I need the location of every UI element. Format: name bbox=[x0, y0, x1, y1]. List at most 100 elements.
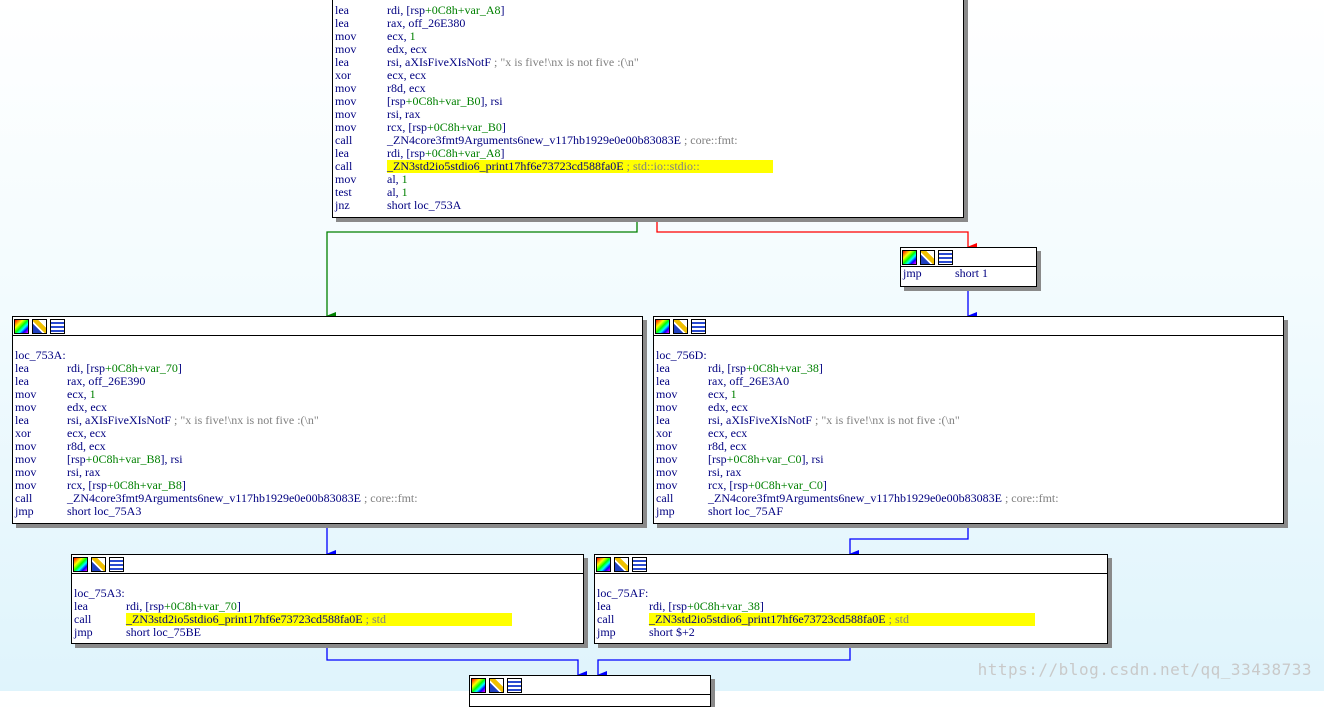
asm-operands: rax, off_26E3A0 bbox=[708, 374, 790, 388]
operands-wrap: rsi, rax bbox=[67, 465, 100, 479]
graph-overview-icon[interactable] bbox=[14, 318, 29, 334]
node-body: lea rdi, [rsp+0C8h+var_A8] lea rax, off_26E… bbox=[333, 0, 963, 212]
asm-operands: short loc_753A bbox=[387, 198, 462, 212]
asm-line[interactable]: jmp short loc_75AF bbox=[656, 505, 1281, 518]
asm-comment: ; core::fmt: bbox=[363, 491, 418, 505]
asm-line[interactable]: lea rsi, aXIsFiveXIsNotF ; "x is five!\nx… bbox=[335, 56, 961, 69]
asm-line[interactable]: mov [rsp+0C8h+var_C0], rsi bbox=[656, 453, 1281, 466]
graph-node-bottom[interactable] bbox=[469, 675, 711, 707]
operands-wrap: rsi, aXIsFiveXIsNotF ; "x is five!\nx is… bbox=[67, 413, 319, 427]
node-list-icon[interactable] bbox=[938, 249, 953, 265]
edit-node-icon[interactable] bbox=[673, 318, 688, 334]
asm-line[interactable]: jmp short loc_75BE bbox=[74, 626, 581, 639]
operands-wrap: ecx, 1 bbox=[708, 387, 737, 401]
asm-line[interactable]: jmp short 1 bbox=[903, 267, 1034, 280]
graph-node-loc-75af[interactable]: loc_75AF: lea rdi, [rsp+0C8h+var_38] call _Z… bbox=[594, 554, 1108, 644]
node-header bbox=[13, 317, 642, 336]
asm-operands: _ZN4core3fmt9Arguments6new_v117hb1929e0e… bbox=[387, 133, 681, 147]
asm-line[interactable]: lea rsi, aXIsFiveXIsNotF ; "x is five!\nx… bbox=[15, 414, 640, 427]
asm-line[interactable]: jnz short loc_753A bbox=[335, 199, 961, 212]
node-body: loc_753A: lea rdi, [rsp+0C8h+var_70] lea rax… bbox=[13, 336, 642, 518]
operands-wrap: short loc_75A3 bbox=[67, 504, 141, 518]
edit-node-icon[interactable] bbox=[32, 318, 47, 334]
asm-comment: ; "x is five!\nx is not five :(\n" bbox=[494, 55, 639, 69]
edge-75af-to-bottom bbox=[597, 643, 851, 679]
operands-wrap: rcx, [rsp+0C8h+var_B8] bbox=[67, 478, 186, 492]
asm-operands: r8d, ecx bbox=[387, 81, 426, 95]
asm-line[interactable]: jmp short $+2 bbox=[597, 626, 1105, 639]
asm-line[interactable]: mov [rsp+0C8h+var_B0], rsi bbox=[335, 95, 961, 108]
node-header bbox=[72, 555, 583, 574]
asm-line[interactable]: lea rax, off_26E3A0 bbox=[656, 375, 1281, 388]
node-list-icon[interactable] bbox=[507, 677, 522, 693]
operands-wrap: rdi, [rsp+0C8h+var_A8] bbox=[387, 146, 505, 160]
graph-node-loc-75a3[interactable]: loc_75A3: lea rdi, [rsp+0C8h+var_70] call _Z… bbox=[71, 554, 584, 644]
asm-operands: [rsp+0C8h+var_B8], rsi bbox=[67, 452, 183, 466]
edit-node-icon[interactable] bbox=[614, 556, 629, 572]
node-list-icon[interactable] bbox=[691, 318, 706, 334]
asm-operands: rsi, rax bbox=[67, 465, 101, 479]
operands-wrap: r8d, ecx bbox=[67, 439, 106, 453]
operands-wrap: short $+2 bbox=[649, 625, 695, 639]
asm-line[interactable]: xor ecx, ecx bbox=[15, 427, 640, 440]
edit-node-icon[interactable] bbox=[91, 556, 106, 572]
asm-line[interactable]: lea rax, off_26E380 bbox=[335, 17, 961, 30]
asm-line[interactable]: lea rsi, aXIsFiveXIsNotF ; "x is five!\nx… bbox=[656, 414, 1281, 427]
asm-line[interactable]: xor ecx, ecx bbox=[335, 69, 961, 82]
graph-overview-icon[interactable] bbox=[73, 556, 88, 572]
highlighted-operands: _ZN3std2io5stdio6_print17hf6e73723cd588f… bbox=[649, 613, 1035, 626]
asm-operands: _ZN4core3fmt9Arguments6new_v117hb1929e0e… bbox=[67, 491, 361, 505]
node-header bbox=[901, 248, 1036, 267]
asm-line[interactable]: jmp short loc_75A3 bbox=[15, 505, 640, 518]
node-header bbox=[595, 555, 1107, 574]
edge-75a3-to-bottom bbox=[326, 643, 587, 679]
operands-wrap: rsi, aXIsFiveXIsNotF ; "x is five!\nx is… bbox=[708, 413, 960, 427]
asm-operands: _ZN3std2io5stdio6_print17hf6e73723cd588f… bbox=[126, 612, 363, 626]
asm-line[interactable]: mov al, 1 bbox=[335, 173, 961, 186]
asm-operands: rdi, [rsp+0C8h+var_38] bbox=[649, 599, 764, 613]
asm-operands: rdi, [rsp+0C8h+var_70] bbox=[126, 599, 241, 613]
asm-line[interactable]: mov ecx, 1 bbox=[335, 30, 961, 43]
graph-overview-icon[interactable] bbox=[596, 556, 611, 572]
asm-line[interactable]: mov [rsp+0C8h+var_B8], rsi bbox=[15, 453, 640, 466]
asm-mnemonic: jmp bbox=[903, 266, 922, 280]
edit-node-icon[interactable] bbox=[920, 249, 935, 265]
asm-operands: ecx, 1 bbox=[67, 387, 96, 401]
asm-line[interactable]: mov ecx, 1 bbox=[656, 388, 1281, 401]
operands-wrap: edx, ecx bbox=[387, 42, 427, 56]
node-list-icon[interactable] bbox=[632, 556, 647, 572]
node-header bbox=[654, 317, 1283, 336]
asm-line[interactable]: call _ZN3std2io5stdio6_print17hf6e73723cd… bbox=[335, 160, 961, 173]
node-body: jmp short 1 bbox=[901, 267, 1036, 280]
graph-overview-icon[interactable] bbox=[471, 677, 486, 693]
graph-node-loc-753a[interactable]: loc_753A: lea rdi, [rsp+0C8h+var_70] lea rax… bbox=[12, 316, 643, 524]
operands-wrap: _ZN4core3fmt9Arguments6new_v117hb1929e0e… bbox=[387, 133, 738, 147]
operands-wrap: [rsp+0C8h+var_C0], rsi bbox=[708, 452, 824, 466]
edit-node-icon[interactable] bbox=[489, 677, 504, 693]
asm-line[interactable]: lea rax, off_26E390 bbox=[15, 375, 640, 388]
node-list-icon[interactable] bbox=[50, 318, 65, 334]
graph-overview-icon[interactable] bbox=[902, 249, 917, 265]
graph-overview-icon[interactable] bbox=[655, 318, 670, 334]
operands-wrap: rax, off_26E380 bbox=[387, 16, 465, 30]
operands-wrap: rax, off_26E390 bbox=[67, 374, 145, 388]
asm-operands: _ZN4core3fmt9Arguments6new_v117hb1929e0e… bbox=[708, 491, 1002, 505]
asm-mnemonic: jmp bbox=[597, 625, 616, 639]
asm-operands: short loc_75A3 bbox=[67, 504, 142, 518]
asm-operands: al, 1 bbox=[387, 172, 408, 186]
node-list-icon[interactable] bbox=[109, 556, 124, 572]
graph-node-top[interactable]: lea rdi, [rsp+0C8h+var_A8] lea rax, off_26E… bbox=[332, 0, 964, 218]
asm-operands: rsi, aXIsFiveXIsNotF bbox=[708, 413, 812, 427]
asm-line[interactable]: xor ecx, ecx bbox=[656, 427, 1281, 440]
watermark: https://blog.csdn.net/qq_33438733 bbox=[977, 660, 1312, 679]
graph-node-loc-756d[interactable]: loc_756D: lea rdi, [rsp+0C8h+var_38] lea rax… bbox=[653, 316, 1284, 524]
asm-line[interactable]: mov ecx, 1 bbox=[15, 388, 640, 401]
asm-operands: rcx, [rsp+0C8h+var_B0] bbox=[387, 120, 506, 134]
graph-node-jmp[interactable]: jmp short 1 bbox=[900, 247, 1037, 287]
asm-operands: rsi, aXIsFiveXIsNotF bbox=[387, 55, 491, 69]
operands-wrap: short loc_75BE bbox=[126, 625, 201, 639]
node-header bbox=[470, 676, 710, 695]
asm-operands: ecx, ecx bbox=[387, 68, 427, 82]
asm-comment: ; std bbox=[365, 612, 386, 626]
